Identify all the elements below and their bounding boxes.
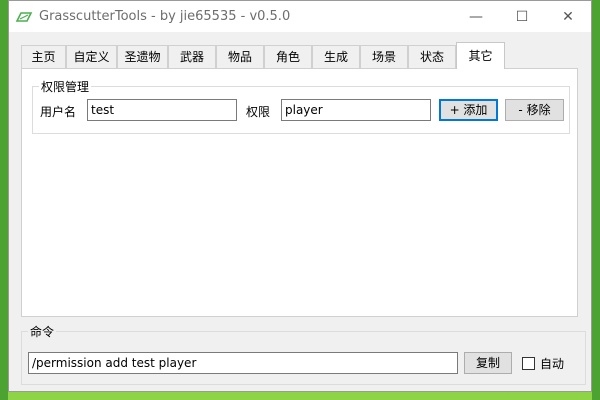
close-icon: ✕ — [562, 8, 574, 25]
maximize-icon: ☐ — [515, 8, 529, 25]
desktop-background-left — [0, 0, 8, 400]
command-group: 命令 复制 自动 — [21, 323, 586, 385]
username-label: 用户名 — [40, 105, 77, 119]
permission-label: 权限 — [246, 105, 271, 119]
maximize-button[interactable]: ☐ — [499, 1, 545, 32]
tab-item[interactable]: 物品 — [216, 45, 264, 68]
tab-other[interactable]: 其它 — [456, 42, 505, 69]
desktop-background-right — [592, 0, 600, 400]
auto-label: 自动 — [540, 357, 565, 371]
tab-spawn[interactable]: 生成 — [312, 45, 360, 68]
command-group-title: 命令 — [30, 325, 55, 339]
auto-checkbox[interactable] — [522, 357, 535, 370]
tab-custom[interactable]: 自定义 — [66, 45, 117, 68]
tab-panel-other: 权限管理 用户名 权限 + 添加 - 移除 — [21, 68, 578, 317]
minimize-button[interactable]: — — [453, 1, 499, 32]
title-bar[interactable]: GrasscutterTools - by jie65535 - v0.5.0 … — [9, 1, 591, 32]
tab-artifact[interactable]: 圣遗物 — [117, 45, 168, 68]
window-title: GrasscutterTools - by jie65535 - v0.5.0 — [39, 9, 291, 24]
app-window: GrasscutterTools - by jie65535 - v0.5.0 … — [8, 0, 592, 392]
tab-status[interactable]: 状态 — [408, 45, 456, 68]
permission-group-title: 权限管理 — [41, 80, 90, 94]
tab-character[interactable]: 角色 — [264, 45, 312, 68]
username-input[interactable] — [87, 99, 237, 121]
permission-group: 权限管理 用户名 权限 + 添加 - 移除 — [32, 78, 570, 134]
permission-input[interactable] — [281, 99, 431, 121]
tab-home[interactable]: 主页 — [21, 45, 66, 68]
tab-weapon[interactable]: 武器 — [168, 45, 216, 68]
minimize-icon: — — [469, 8, 483, 25]
command-input[interactable] — [28, 352, 458, 374]
tab-scene[interactable]: 场景 — [360, 45, 408, 68]
copy-button[interactable]: 复制 — [464, 352, 512, 374]
remove-permission-button[interactable]: - 移除 — [505, 99, 564, 121]
close-button[interactable]: ✕ — [545, 1, 591, 32]
app-icon — [15, 12, 33, 22]
add-permission-button[interactable]: + 添加 — [439, 99, 498, 121]
